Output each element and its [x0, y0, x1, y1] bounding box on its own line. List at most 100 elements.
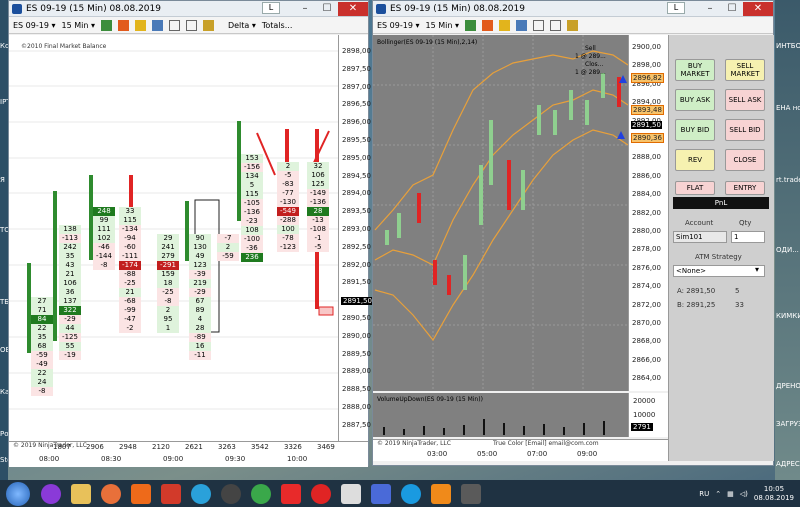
drawing-tools-icon[interactable] — [515, 19, 527, 31]
properties-icon[interactable] — [549, 19, 561, 31]
bars-icon[interactable] — [464, 19, 476, 31]
chevron-down-icon[interactable]: ▾ — [755, 265, 759, 274]
footprint-cell: -29 — [189, 288, 211, 297]
zoom-icon[interactable] — [168, 19, 180, 31]
volume-pane[interactable]: VolumeUpDown(ES 09-19 (15 Min)) — [373, 393, 628, 437]
footprint-cell: 99 — [93, 216, 115, 225]
right-price-axis[interactable]: 2900,002898,002896,002894,002892,002890,… — [628, 35, 668, 391]
buy-bid-button[interactable]: BUY BID — [675, 119, 715, 141]
desktop-icon-label[interactable]: АДРЕС — [776, 460, 800, 468]
yandex-browser-icon[interactable] — [281, 483, 301, 504]
total-volume: 3326 — [284, 443, 302, 451]
footprint-cell: -59 — [31, 351, 53, 360]
minimize-button[interactable]: – — [699, 2, 721, 16]
properties-icon[interactable] — [185, 19, 197, 31]
clock[interactable]: 10:05 08.08.2019 — [754, 485, 794, 503]
footprint-cell: -108 — [307, 225, 329, 234]
rev-button[interactable]: REV — [675, 149, 715, 171]
ninjatrader-taskbar-icon[interactable] — [161, 483, 181, 504]
entry-button[interactable]: ENTRY — [725, 181, 765, 195]
qty-input[interactable]: 1 — [731, 231, 765, 243]
close-button[interactable]: ✕ — [338, 1, 368, 16]
maximize-button[interactable]: ☐ — [316, 2, 338, 16]
footprint-cell: -134 — [119, 225, 141, 234]
explorer-icon[interactable] — [71, 483, 91, 504]
indicator-icon[interactable] — [481, 19, 493, 31]
maximize-button[interactable]: ☐ — [721, 2, 743, 16]
right-titlebar[interactable]: ES 09-19 (15 Min) 08.08.2019 L – ☐ ✕ — [373, 1, 773, 17]
totals-selector[interactable]: Totals... — [262, 21, 292, 30]
drawing-tools-icon[interactable] — [151, 19, 163, 31]
footprint-cell: 242 — [59, 243, 81, 252]
avast-icon[interactable] — [131, 483, 151, 504]
chart-trader-icon[interactable] — [566, 19, 578, 31]
account-select[interactable]: Sim101 — [673, 231, 727, 243]
desktop-icon-label[interactable]: ЗАГРУЗКИ — [776, 420, 800, 428]
desktop-icon-label[interactable]: rt.trade ICO - ... — [776, 176, 800, 184]
tray-expand-icon[interactable]: ⌃ — [715, 490, 721, 498]
strategy-icon[interactable] — [498, 19, 510, 31]
alice-icon[interactable] — [41, 483, 61, 504]
left-titlebar[interactable]: ES 09-19 (15 Min) 08.08.2019 L – ☐ ✕ — [9, 1, 368, 17]
footprint-chart[interactable]: ©2010 Final Market Balance 27 71 84 22 3… — [9, 35, 338, 441]
footprint-cell: -39 — [189, 270, 211, 279]
chart-trader-icon[interactable] — [202, 19, 214, 31]
desktop-icon-label[interactable]: ДРЕНО — [776, 382, 800, 390]
vlc-icon[interactable] — [431, 483, 451, 504]
desktop-icon-label[interactable]: ОДИ... — [776, 246, 799, 254]
left-window-title: ES 09-19 (15 Min) 08.08.2019 — [26, 3, 161, 14]
atm-select[interactable]: <None> — [673, 265, 765, 277]
calculator-icon[interactable] — [341, 483, 361, 504]
footprint-cell: 106 — [307, 171, 329, 180]
left-time-axis[interactable]: © 2019 NinjaTrader, LLC 1807 2906 2948 2120… — [9, 441, 368, 467]
footprint-cell: -105 — [241, 199, 263, 208]
ask-marker — [318, 306, 334, 316]
flat-button[interactable]: FLAT — [675, 181, 715, 195]
telegram-icon[interactable] — [191, 483, 211, 504]
footprint-cell: -7 — [217, 234, 239, 243]
buy-ask-button[interactable]: BUY ASK — [675, 89, 715, 111]
minimize-button[interactable]: – — [294, 2, 316, 16]
desktop-icon-label[interactable]: ЕНА новая — [776, 104, 800, 112]
buy-market-button[interactable]: BUY MARKET — [675, 59, 715, 81]
interval-selector[interactable]: 15 Min ▾ — [425, 21, 458, 30]
left-price-axis[interactable]: 2898,00 2897,50 2897,00 2896,50 2896,00 2895,… — [338, 35, 374, 441]
volume-axis[interactable]: 20000 10000 2791 — [628, 393, 668, 437]
link-button[interactable]: L — [262, 1, 280, 14]
opera-icon[interactable] — [311, 483, 331, 504]
language-indicator[interactable]: RU — [699, 490, 709, 498]
close-position-button[interactable]: CLOSE — [725, 149, 765, 171]
indicator-icon[interactable] — [117, 19, 129, 31]
volume-icon[interactable]: ◁) — [740, 490, 748, 498]
delta-selector[interactable]: Delta ▾ — [228, 21, 256, 30]
bollinger-chart[interactable]: Bollinger(ES 09-19 (15 Min),2,14) Sell 1… — [373, 35, 628, 391]
skype-icon[interactable] — [401, 483, 421, 504]
sell-market-button[interactable]: SELL MARKET — [725, 59, 765, 81]
link-button[interactable]: L — [667, 1, 685, 14]
close-button[interactable]: ✕ — [743, 1, 773, 16]
interval-selector[interactable]: 15 Min ▾ — [61, 21, 94, 30]
right-time-axis[interactable]: © 2019 NinjaTrader, LLC True Color [Emai… — [373, 439, 668, 461]
desktop-icon-label[interactable]: Я — [0, 176, 5, 184]
app-icon[interactable] — [221, 483, 241, 504]
monitor-icon[interactable] — [461, 483, 481, 504]
instrument-selector[interactable]: ES 09-19 ▾ — [13, 21, 55, 30]
bars-icon[interactable] — [100, 19, 112, 31]
sell-ask-button[interactable]: SELL ASK — [725, 89, 765, 111]
last-price-tag: 2891,50 — [341, 297, 374, 305]
sell-bid-button[interactable]: SELL BID — [725, 119, 765, 141]
zoom-icon[interactable] — [532, 19, 544, 31]
desktop-icon-label[interactable]: ИНТБОН — [776, 42, 800, 50]
instrument-selector[interactable]: ES 09-19 ▾ — [377, 21, 419, 30]
footprint-cell: 21 — [119, 288, 141, 297]
quik-icon[interactable] — [371, 483, 391, 504]
start-button[interactable] — [6, 481, 30, 506]
footprint-cell: -2 — [119, 324, 141, 333]
total-volume: 3542 — [251, 443, 269, 451]
chrome-icon[interactable] — [251, 483, 271, 504]
desktop-icon-label[interactable]: КИМКИ — [776, 312, 800, 320]
network-icon[interactable]: ▦ — [727, 490, 734, 498]
firefox-icon[interactable] — [101, 483, 121, 504]
footprint-cell: 115 — [241, 190, 263, 199]
strategy-icon[interactable] — [134, 19, 146, 31]
